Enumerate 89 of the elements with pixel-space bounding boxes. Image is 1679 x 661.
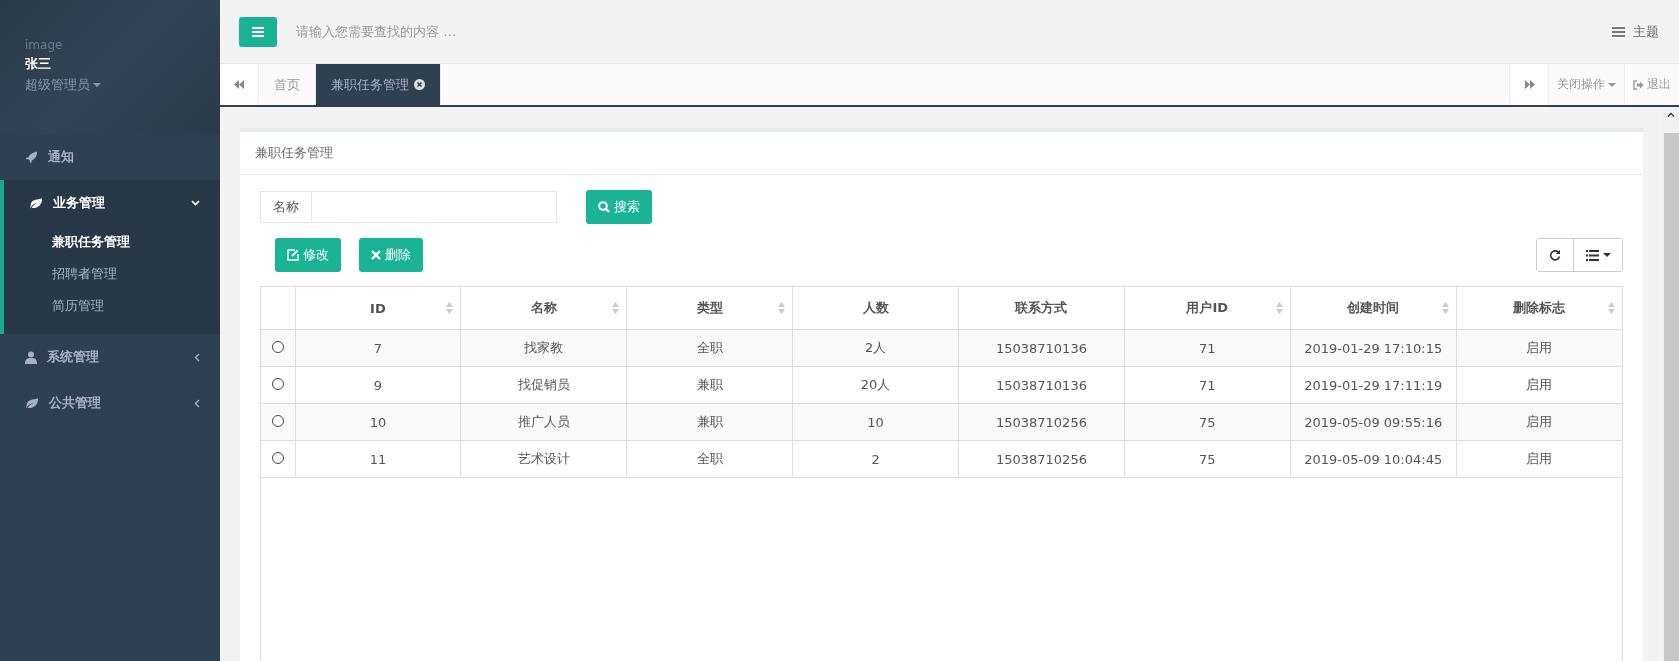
table-cell: 2019-01-29 17:10:15: [1304, 340, 1443, 356]
table-cell: 71: [1199, 377, 1216, 393]
table-cell: 启用: [1526, 451, 1553, 466]
scroll-left-button[interactable]: [220, 64, 259, 105]
search-field[interactable]: 请输入您需要查找的内容 …: [294, 23, 1595, 40]
table-cell: 全职: [696, 340, 723, 355]
sort-icon: [446, 302, 454, 314]
table-cell: 启用: [1526, 340, 1553, 355]
double-right-icon: [1523, 80, 1535, 89]
close-icon: [414, 79, 425, 90]
panel-title: 兼职任务管理: [240, 132, 1643, 175]
table-cell: 75: [1199, 451, 1216, 467]
table-cell: 15038710256: [995, 414, 1087, 430]
chevron-left-icon: [194, 352, 200, 362]
name-input-field[interactable]: 名称: [260, 191, 557, 223]
sort-icon: [1441, 302, 1449, 314]
row-radio[interactable]: [271, 377, 284, 390]
sort-icon: [1275, 302, 1283, 314]
table-cell: 2人: [864, 340, 887, 355]
table-cell: 2019-05-09 10:04:45: [1304, 451, 1443, 467]
row-radio[interactable]: [271, 414, 284, 427]
row-radio[interactable]: [271, 451, 284, 464]
menu-item[interactable]: 公共管理: [4, 380, 220, 426]
table-cell: 2: [871, 451, 880, 467]
search-icon: [598, 201, 610, 213]
tab[interactable]: 兼职任务管理: [316, 64, 441, 105]
submenu-item[interactable]: 招聘者管理: [52, 258, 220, 290]
table-cell: 15038710136: [995, 340, 1087, 356]
scroll-up-icon: [1667, 112, 1675, 117]
table-cell: 启用: [1526, 414, 1553, 429]
sort-icon: [1608, 302, 1615, 314]
table-cell: 艺术设计: [517, 451, 570, 466]
caret-icon: [93, 83, 101, 87]
menu-button[interactable]: [239, 16, 277, 47]
table-cell: 找家教: [524, 340, 564, 355]
column-header[interactable]: 名称: [530, 299, 557, 317]
table-cell: 10: [867, 414, 884, 430]
leaf-icon: [29, 196, 43, 210]
chevron-down-icon: [191, 200, 200, 206]
table-cell: 75: [1199, 414, 1216, 430]
theme-button[interactable]: 主题: [1612, 22, 1659, 41]
list-icon: [1612, 26, 1625, 37]
table-cell: 启用: [1526, 377, 1553, 392]
table-cell: 15038710256: [995, 451, 1087, 467]
column-header[interactable]: 删除标志: [1513, 299, 1566, 317]
row-radio[interactable]: [271, 340, 284, 353]
column-header[interactable]: 联系方式: [1015, 299, 1068, 317]
table-cell: 11: [369, 451, 387, 467]
table-cell: 9: [373, 377, 383, 393]
double-left-icon: [233, 80, 245, 89]
avatar-alt-text: image: [25, 38, 64, 52]
table-cell: 2019-01-29 17:11:19: [1304, 377, 1443, 393]
scroll-right-button[interactable]: [1509, 64, 1548, 105]
chevron-left-icon: [194, 398, 200, 408]
table-cell: 2019-05-09 09:55:16: [1304, 414, 1443, 430]
table-cell: 15038710136: [995, 377, 1087, 393]
menu-item[interactable]: 系统管理: [4, 334, 220, 380]
table-cell: 推广人员: [517, 414, 570, 429]
table-cell: 全职: [696, 451, 723, 466]
table-cell: 7: [373, 340, 383, 356]
table-cell: 兼职: [696, 414, 723, 429]
table-cell: 20人: [860, 377, 891, 392]
list-icon: [1585, 249, 1599, 261]
close-icon: [371, 250, 381, 260]
logout-icon: [1633, 79, 1644, 90]
menu-icon: [252, 26, 264, 37]
rocket-icon: [25, 150, 38, 164]
leaf-icon: [25, 396, 39, 410]
user-name: 张三: [25, 55, 52, 73]
table-cell: 10: [369, 414, 387, 430]
refresh-icon: [1549, 249, 1561, 261]
user-icon: [25, 350, 37, 364]
column-header[interactable]: ID: [370, 300, 386, 316]
columns-dropdown[interactable]: [1573, 239, 1622, 271]
menu-item[interactable]: 业务管理: [4, 180, 220, 226]
edit-icon: [287, 249, 299, 261]
menu-item[interactable]: 通知: [4, 134, 220, 180]
table-cell: 兼职: [696, 377, 723, 392]
table-cell: 71: [1199, 340, 1216, 356]
submenu-item[interactable]: 简历管理: [52, 290, 220, 322]
table-cell: 找促销员: [517, 377, 570, 392]
sort-icon: [612, 302, 620, 314]
column-header[interactable]: 类型: [696, 299, 723, 317]
role-dropdown[interactable]: 超级管理员: [25, 76, 195, 94]
column-header[interactable]: 创建时间: [1347, 299, 1400, 317]
column-header[interactable]: 用户ID: [1186, 299, 1229, 317]
sort-icon: [778, 302, 786, 314]
column-header[interactable]: 人数: [862, 299, 889, 317]
submenu-item[interactable]: 兼职任务管理: [52, 226, 220, 258]
